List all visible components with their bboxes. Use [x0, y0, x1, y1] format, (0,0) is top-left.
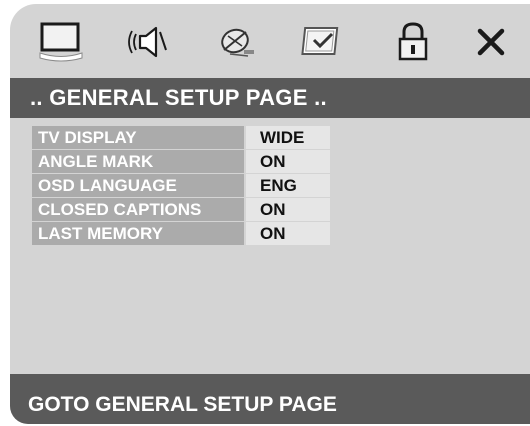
lock-icon[interactable]: [390, 20, 436, 64]
menu-item-value: ENG: [246, 174, 330, 197]
menu-row-tv-display[interactable]: TV DISPLAY WIDE: [32, 126, 330, 149]
status-bar: GOTO GENERAL SETUP PAGE: [10, 374, 530, 424]
menu-item-value: ON: [246, 222, 330, 245]
page-title: .. GENERAL SETUP PAGE ..: [10, 78, 530, 118]
menu-item-value: ON: [246, 198, 330, 221]
menu-item-label: LAST MEMORY: [32, 222, 244, 245]
monitor-icon[interactable]: [38, 20, 84, 64]
menu-item-value: WIDE: [246, 126, 330, 149]
settings-menu: TV DISPLAY WIDE ANGLE MARK ON OSD LANGUA…: [32, 126, 330, 246]
menu-item-label: OSD LANGUAGE: [32, 174, 244, 197]
menu-item-value: ON: [246, 150, 330, 173]
dolby-icon[interactable]: [214, 20, 260, 64]
menu-item-label: ANGLE MARK: [32, 150, 244, 173]
menu-item-label: TV DISPLAY: [32, 126, 244, 149]
close-icon[interactable]: [468, 20, 514, 64]
speaker-icon[interactable]: [126, 20, 172, 64]
menu-item-label: CLOSED CAPTIONS: [32, 198, 244, 221]
preferences-icon[interactable]: [300, 20, 346, 64]
menu-row-osd-language[interactable]: OSD LANGUAGE ENG: [32, 174, 330, 197]
menu-row-last-memory[interactable]: LAST MEMORY ON: [32, 222, 330, 245]
setup-screen: .. GENERAL SETUP PAGE .. TV DISPLAY WIDE…: [10, 4, 530, 424]
menu-row-closed-captions[interactable]: CLOSED CAPTIONS ON: [32, 198, 330, 221]
setup-icon-bar: [10, 4, 530, 74]
menu-row-angle-mark[interactable]: ANGLE MARK ON: [32, 150, 330, 173]
